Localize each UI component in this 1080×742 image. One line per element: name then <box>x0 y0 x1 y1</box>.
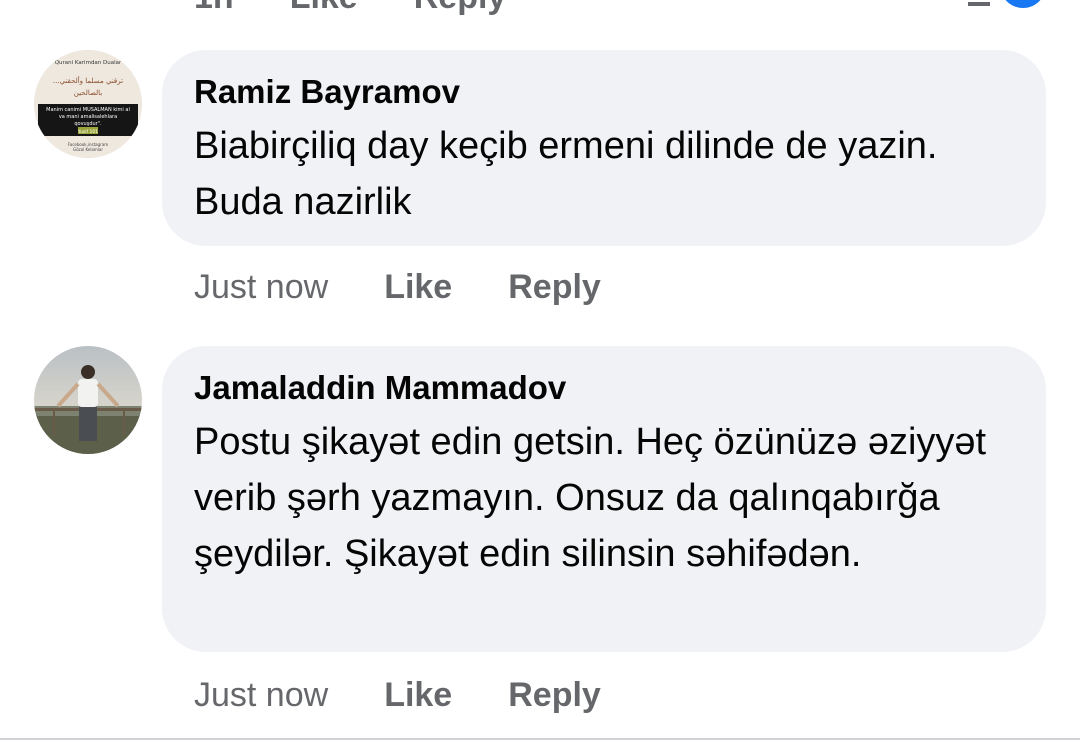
reaction-divider <box>968 2 990 6</box>
previous-comment-time: 1h <box>194 0 234 16</box>
previous-like-button[interactable]: Like <box>290 0 358 16</box>
svg-text:...ترقني مسلما وألحقني: ...ترقني مسلما وألحقني <box>53 75 123 85</box>
previous-reply-button[interactable]: Reply <box>414 0 507 16</box>
like-reaction-icon <box>1000 0 1046 8</box>
comment-time[interactable]: Just now <box>194 268 328 307</box>
comment-time[interactable]: Just now <box>194 676 328 715</box>
comment-author[interactable]: Jamaladdin Mammadov <box>194 366 1006 410</box>
comment-actions: Just now Like Reply <box>194 268 601 307</box>
quote-image-avatar-icon: Qurani Karimdan Dualar ...ترقني مسلما وأ… <box>34 50 142 158</box>
comment-text: Postu şikayət edin getsin. Heç özünüzə ə… <box>194 421 997 575</box>
reply-button[interactable]: Reply <box>508 676 601 715</box>
svg-text:Yusif 101: Yusif 101 <box>77 129 98 135</box>
svg-text:بالصالحين: بالصالحين <box>74 89 103 97</box>
like-button[interactable]: Like <box>384 676 452 715</box>
like-button[interactable]: Like <box>384 268 452 307</box>
comment-author[interactable]: Ramiz Bayramov <box>194 70 1006 114</box>
comment-bubble: Jamaladdin Mammadov Postu şikayət edin g… <box>162 346 1046 652</box>
comment-text: Biabirçiliq day keçib ermeni dilinde de … <box>194 125 959 223</box>
person-photo-avatar-icon <box>34 346 142 454</box>
svg-text:va mani amalisalehlara: va mani amalisalehlara <box>59 114 117 120</box>
comment-bubble: Ramiz Bayramov Biabirçiliq day keçib erm… <box>162 50 1046 246</box>
svg-text:qovuşdur".: qovuşdur". <box>74 121 102 127</box>
reply-button[interactable]: Reply <box>508 268 601 307</box>
svg-text:Manim canimi MUSALMAN kimi al: Manim canimi MUSALMAN kimi al <box>46 107 130 113</box>
divider <box>0 738 1080 740</box>
svg-text:Gözal Kelamlar: Gözal Kelamlar <box>73 147 103 152</box>
avatar[interactable] <box>34 346 142 454</box>
comment-actions: Just now Like Reply <box>194 676 601 715</box>
avatar[interactable]: Qurani Karimdan Dualar ...ترقني مسلما وأ… <box>34 50 142 158</box>
previous-comment-actions: 1h Like Reply <box>194 0 507 16</box>
svg-text:Qurani Karimdan Dualar: Qurani Karimdan Dualar <box>55 60 122 66</box>
